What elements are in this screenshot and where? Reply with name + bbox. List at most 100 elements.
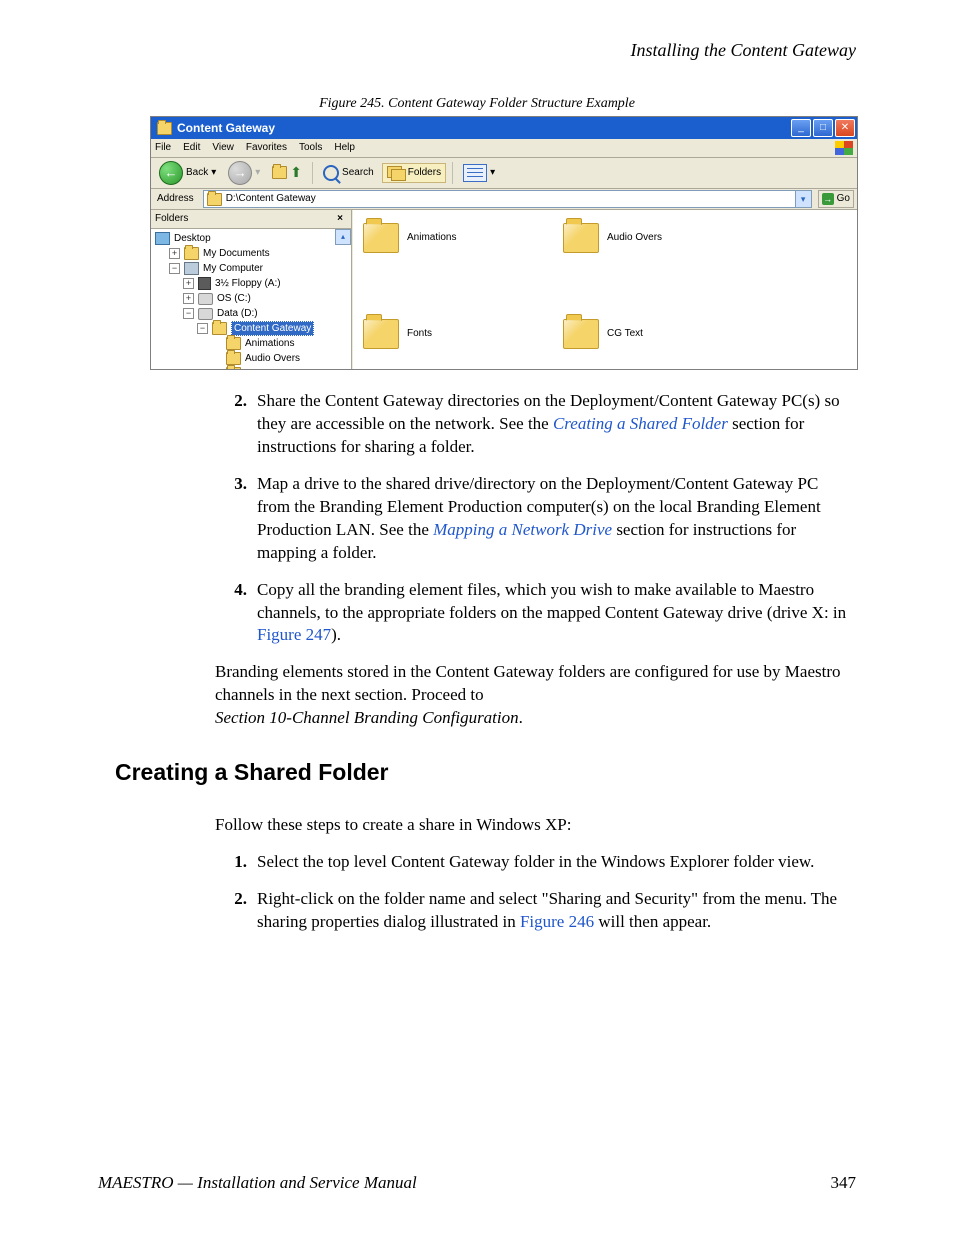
step-number-2: 2. — [215, 390, 257, 459]
address-input[interactable]: D:\Content Gateway ▾ — [203, 190, 812, 208]
collapse-icon[interactable]: − — [183, 308, 194, 319]
link-figure-247[interactable]: Figure 247 — [257, 625, 331, 644]
link-creating-shared-folder[interactable]: Creating a Shared Folder — [553, 414, 728, 433]
views-button[interactable]: ▾ — [459, 162, 499, 184]
tree-label: Animations — [245, 337, 294, 351]
go-label: Go — [837, 192, 850, 206]
tree-label: Audio Overs — [245, 352, 300, 366]
folder-icon — [226, 352, 241, 365]
tree-label: CG Text — [245, 367, 281, 370]
tree-floppy[interactable]: + 3½ Floppy (A:) — [155, 276, 349, 291]
close-button[interactable]: ✕ — [835, 119, 855, 137]
folders-button[interactable]: Folders — [382, 163, 446, 183]
tree-cg-text[interactable]: CG Text — [155, 366, 349, 370]
menu-file[interactable]: File — [155, 141, 171, 155]
chevron-down-icon: ▾ — [211, 166, 216, 180]
folder-icon — [563, 319, 599, 349]
page-number: 347 — [831, 1172, 857, 1195]
views-icon — [463, 164, 487, 182]
expand-icon[interactable]: + — [183, 293, 194, 304]
go-button[interactable]: → Go — [818, 190, 854, 208]
folder-label: Fonts — [407, 327, 432, 341]
folder-icon — [212, 322, 227, 335]
text-run: . — [519, 708, 523, 727]
tree-label: Desktop — [174, 232, 211, 246]
tree-label-selected: Content Gateway — [231, 321, 314, 337]
folder-icon — [184, 247, 199, 260]
menu-view[interactable]: View — [212, 141, 234, 155]
folder-item-fonts[interactable]: Fonts — [363, 316, 503, 352]
search-icon — [323, 165, 339, 181]
folder-label: Animations — [407, 231, 456, 245]
tree-content-gateway[interactable]: − Content Gateway — [155, 321, 349, 336]
link-mapping-network-drive[interactable]: Mapping a Network Drive — [433, 520, 612, 539]
back-icon: ← — [159, 161, 183, 185]
folder-icon — [157, 122, 172, 135]
expand-icon[interactable]: + — [183, 278, 194, 289]
up-arrow-icon: ⬆ — [290, 163, 302, 182]
tree-os-c[interactable]: + OS (C:) — [155, 291, 349, 306]
collapse-icon[interactable]: − — [169, 263, 180, 274]
back-label: Back — [186, 166, 208, 180]
step-text-2b: Right-click on the folder name and selec… — [257, 888, 855, 934]
step-text-1: Select the top level Content Gateway fol… — [257, 851, 855, 874]
close-pane-button[interactable]: × — [333, 212, 347, 226]
content-pane: Animations Audio Overs Fonts CG Text Sti… — [352, 210, 857, 370]
step-number-1: 1. — [215, 851, 257, 874]
collapse-icon[interactable]: − — [197, 323, 208, 334]
folder-item-audio-overs[interactable]: Audio Overs — [563, 220, 703, 256]
tree-audio-overs[interactable]: Audio Overs — [155, 351, 349, 366]
tree-data-d[interactable]: − Data (D:) — [155, 306, 349, 321]
step-number-4: 4. — [215, 579, 257, 648]
step-number-3: 3. — [215, 473, 257, 565]
step-text-3: Map a drive to the shared drive/director… — [257, 473, 855, 565]
footer-title: MAESTRO — Installation and Service Manua… — [98, 1172, 417, 1195]
windows-flag-icon — [835, 141, 853, 155]
link-figure-246[interactable]: Figure 246 — [520, 912, 594, 931]
heading-creating-shared-folder: Creating a Shared Folder — [115, 757, 389, 788]
folder-icon — [207, 193, 222, 206]
tree-label: My Documents — [203, 247, 270, 261]
menu-favorites[interactable]: Favorites — [246, 141, 287, 155]
menu-help[interactable]: Help — [334, 141, 355, 155]
folders-icon — [387, 166, 405, 180]
tree-label: Data (D:) — [217, 307, 258, 321]
tree-animations[interactable]: Animations — [155, 336, 349, 351]
step-number-2b: 2. — [215, 888, 257, 934]
folders-pane: Folders × ▴ Desktop + My Documents — [151, 210, 352, 370]
folder-icon — [363, 223, 399, 253]
figure-caption: Figure 245. Content Gateway Folder Struc… — [0, 95, 954, 114]
text-run: ). — [331, 625, 341, 644]
up-button[interactable]: ⬆ — [268, 162, 306, 185]
computer-icon — [184, 262, 199, 275]
scroll-up-button[interactable]: ▴ — [335, 229, 351, 245]
menu-bar: File Edit View Favorites Tools Help — [151, 139, 857, 158]
folder-item-animations[interactable]: Animations — [363, 220, 503, 256]
running-header: Installing the Content Gateway — [631, 38, 856, 62]
back-button[interactable]: ← Back ▾ — [155, 159, 220, 187]
tree-label: My Computer — [203, 262, 263, 276]
step-text-2: Share the Content Gateway directories on… — [257, 390, 855, 459]
disk-icon — [198, 308, 213, 320]
menu-edit[interactable]: Edit — [183, 141, 200, 155]
folder-icon — [226, 337, 241, 350]
menu-tools[interactable]: Tools — [299, 141, 322, 155]
tree-label: 3½ Floppy (A:) — [215, 277, 281, 291]
folder-icon — [226, 367, 241, 370]
text-italic: Section 10-Channel Branding Configuratio… — [215, 708, 519, 727]
folder-icon — [563, 223, 599, 253]
search-button[interactable]: Search — [319, 163, 378, 183]
step-text-4: Copy all the branding element files, whi… — [257, 579, 855, 648]
maximize-button[interactable]: □ — [813, 119, 833, 137]
tree-my-computer[interactable]: − My Computer — [155, 261, 349, 276]
address-dropdown-icon[interactable]: ▾ — [795, 191, 811, 207]
minimize-button[interactable]: _ — [791, 119, 811, 137]
tree-desktop[interactable]: Desktop — [155, 231, 349, 246]
forward-button[interactable]: → ▾ — [224, 159, 264, 187]
address-bar: Address D:\Content Gateway ▾ → Go — [151, 189, 857, 210]
folder-item-cg-text[interactable]: CG Text — [563, 316, 703, 352]
window-titlebar: Content Gateway _ □ ✕ — [151, 117, 857, 139]
chevron-down-icon: ▾ — [490, 166, 495, 180]
tree-my-documents[interactable]: + My Documents — [155, 246, 349, 261]
expand-icon[interactable]: + — [169, 248, 180, 259]
